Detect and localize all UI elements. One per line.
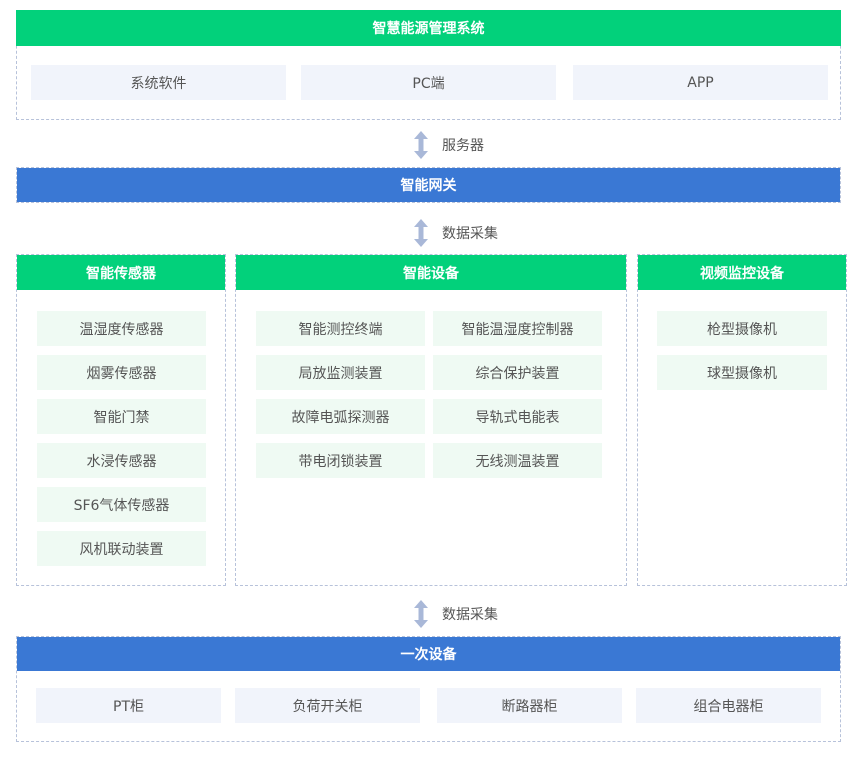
device-item: 智能测控终端 — [256, 311, 425, 346]
double-arrow-icon — [414, 219, 428, 247]
primary-item: 组合电器柜 — [636, 688, 821, 723]
primary-equipment-title: 一次设备 — [17, 637, 840, 671]
sensor-item: 温湿度传感器 — [37, 311, 206, 346]
video-title: 视频监控设备 — [638, 255, 846, 290]
sensor-item: SF6气体传感器 — [37, 487, 206, 522]
sensor-item: 水浸传感器 — [37, 443, 206, 478]
data-collect-label-2: 数据采集 — [442, 607, 498, 623]
primary-item: PT柜 — [36, 688, 221, 723]
sensor-item: 风机联动装置 — [37, 531, 206, 566]
device-item: 局放监测装置 — [256, 355, 425, 390]
video-panel — [637, 254, 847, 586]
data-collect-label-1: 数据采集 — [442, 226, 498, 242]
app-chip: APP — [573, 65, 828, 100]
management-system-title: 智慧能源管理系统 — [16, 10, 841, 46]
sensor-item: 智能门禁 — [37, 399, 206, 434]
server-label: 服务器 — [442, 138, 484, 154]
camera-item: 枪型摄像机 — [657, 311, 827, 346]
device-item: 无线测温装置 — [433, 443, 602, 478]
sensors-title: 智能传感器 — [17, 255, 225, 290]
camera-item: 球型摄像机 — [657, 355, 827, 390]
primary-item: 断路器柜 — [437, 688, 622, 723]
pc-client-chip: PC端 — [301, 65, 556, 100]
sensor-item: 烟雾传感器 — [37, 355, 206, 390]
device-item: 智能温湿度控制器 — [433, 311, 602, 346]
devices-title: 智能设备 — [236, 255, 626, 290]
primary-item: 负荷开关柜 — [235, 688, 420, 723]
device-item: 导轨式电能表 — [433, 399, 602, 434]
device-item: 故障电弧探测器 — [256, 399, 425, 434]
device-item: 综合保护装置 — [433, 355, 602, 390]
device-item: 带电闭锁装置 — [256, 443, 425, 478]
double-arrow-icon — [414, 600, 428, 628]
system-software-chip: 系统软件 — [31, 65, 286, 100]
data-collect-connector-2: 数据采集 — [412, 597, 498, 631]
gateway-title: 智能网关 — [17, 168, 840, 202]
server-connector: 服务器 — [412, 128, 484, 162]
double-arrow-icon — [414, 131, 428, 159]
data-collect-connector-1: 数据采集 — [412, 216, 498, 250]
